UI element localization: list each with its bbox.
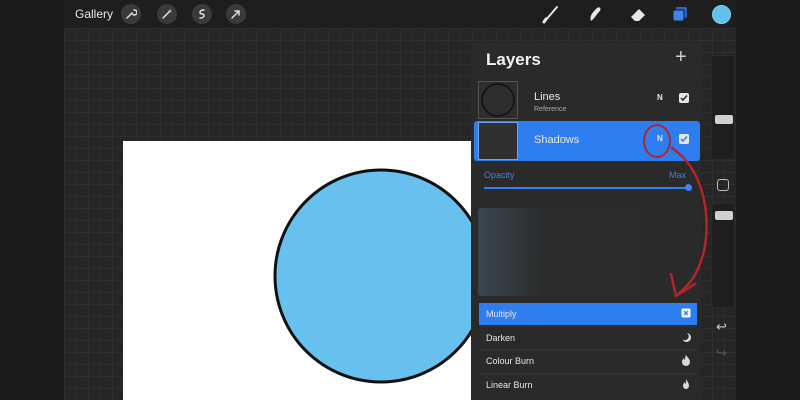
eraser-icon bbox=[631, 9, 645, 21]
selection-icon bbox=[199, 9, 205, 19]
side-rail: ↩ ↪ bbox=[711, 55, 735, 367]
checkmark-icon bbox=[680, 95, 688, 102]
undo-button[interactable]: ↩ bbox=[716, 319, 727, 335]
redo-button[interactable]: ↪ bbox=[716, 345, 727, 361]
actions-button[interactable] bbox=[121, 4, 141, 24]
gallery-button[interactable]: Gallery bbox=[75, 7, 113, 21]
visibility-checkbox[interactable] bbox=[679, 93, 689, 103]
moon-icon bbox=[680, 331, 692, 343]
artboard[interactable] bbox=[123, 141, 483, 400]
opacity-value: Max bbox=[669, 170, 687, 180]
circle-drawing bbox=[273, 168, 483, 384]
layers-icon bbox=[672, 7, 687, 22]
layers-tool[interactable] bbox=[670, 4, 690, 24]
magic-wand-icon bbox=[162, 9, 172, 19]
brush-icon bbox=[542, 6, 558, 24]
wrench-icon bbox=[126, 9, 137, 19]
layer-subtitle: Reference bbox=[534, 106, 567, 113]
layer-thumbnail bbox=[478, 81, 518, 119]
brush-tool[interactable] bbox=[541, 4, 561, 24]
eraser-tool[interactable] bbox=[628, 4, 648, 24]
layer-thumbnail bbox=[478, 122, 518, 160]
blend-mode-colour-burn[interactable]: Colour Burn bbox=[479, 350, 697, 372]
layers-title: Layers bbox=[486, 50, 541, 69]
multiply-x-icon bbox=[680, 307, 692, 319]
flame-icon bbox=[680, 378, 692, 390]
smudge-icon bbox=[590, 7, 601, 21]
blend-mode-label: Darken bbox=[486, 333, 516, 343]
blend-mode-label: Colour Burn bbox=[486, 356, 535, 366]
layer-opacity-knob[interactable] bbox=[685, 184, 692, 191]
blend-mode-preview bbox=[478, 208, 696, 296]
color-picker-button[interactable] bbox=[712, 5, 731, 24]
layer-name: Shadows bbox=[534, 134, 580, 146]
blend-mode-label: Multiply bbox=[486, 309, 517, 319]
blend-mode-linear-burn[interactable]: Linear Burn bbox=[479, 374, 697, 396]
annotation-circle bbox=[643, 124, 671, 158]
transform-button[interactable] bbox=[226, 4, 246, 24]
selection-button[interactable] bbox=[192, 4, 212, 24]
burn-icon bbox=[680, 354, 692, 366]
layer-opacity-slider[interactable] bbox=[484, 187, 688, 189]
smudge-tool[interactable] bbox=[585, 4, 605, 24]
checkmark-icon bbox=[680, 136, 688, 143]
blend-mode-button[interactable]: N bbox=[657, 93, 663, 102]
opacity-slider[interactable] bbox=[711, 203, 735, 308]
modify-button[interactable] bbox=[717, 179, 729, 191]
blend-mode-label: Linear Burn bbox=[486, 380, 533, 390]
left-frame bbox=[0, 0, 64, 400]
layer-row-lines[interactable]: Lines Reference N bbox=[474, 80, 700, 120]
transform-arrow-icon bbox=[231, 10, 240, 19]
blend-mode-darken[interactable]: Darken bbox=[479, 327, 697, 349]
add-layer-button[interactable]: + bbox=[675, 46, 687, 69]
opacity-label: Opacity bbox=[484, 170, 515, 180]
visibility-checkbox[interactable] bbox=[679, 134, 689, 144]
right-frame bbox=[736, 0, 800, 400]
brush-size-thumb[interactable] bbox=[715, 115, 733, 124]
brush-size-slider[interactable] bbox=[711, 55, 735, 160]
layer-name: Lines bbox=[534, 91, 561, 103]
blend-mode-multiply[interactable]: Multiply bbox=[479, 303, 697, 325]
opacity-thumb[interactable] bbox=[715, 211, 733, 220]
adjustments-button[interactable] bbox=[157, 4, 177, 24]
